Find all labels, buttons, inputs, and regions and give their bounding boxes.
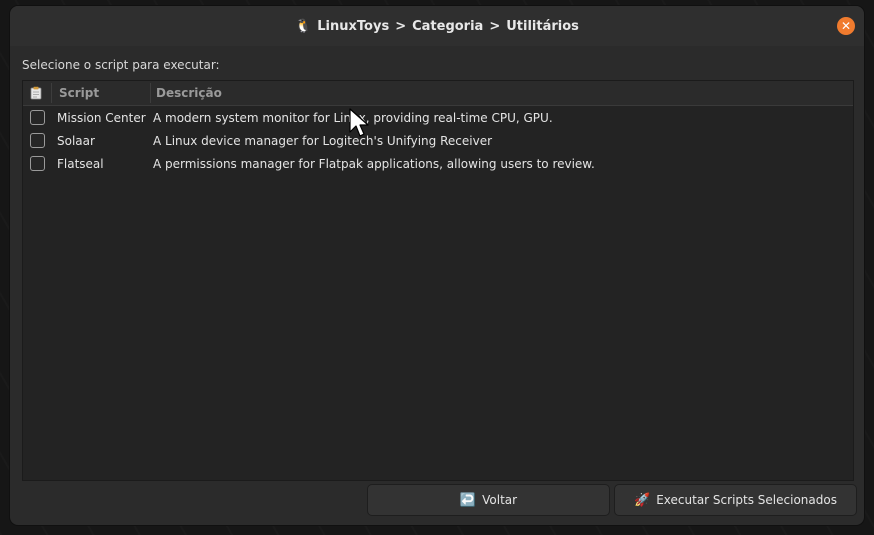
window-title: 🐧 LinuxToys > Categoria > Utilitários — [295, 19, 579, 34]
script-name: Solaar — [57, 134, 95, 148]
row-checkbox[interactable] — [30, 156, 45, 171]
title-subcategory: Utilitários — [506, 18, 579, 34]
run-selected-scripts-button[interactable]: 🚀 Executar Scripts Selecionados — [614, 484, 857, 516]
table-row[interactable]: Flatseal A permissions manager for Flatp… — [23, 153, 853, 176]
app-window: 🐧 LinuxToys > Categoria > Utilitários ✕ … — [10, 6, 864, 525]
penguin-icon: 🐧 — [295, 18, 312, 34]
title-separator: > — [395, 18, 407, 34]
title-category: Categoria — [412, 18, 484, 34]
column-separator[interactable] — [51, 83, 52, 103]
return-arrow-icon: ↩️ — [459, 492, 477, 508]
row-checkbox[interactable] — [30, 110, 45, 125]
back-button-label: Voltar — [482, 493, 518, 507]
mouse-cursor-icon — [349, 108, 369, 137]
title-bar[interactable]: 🐧 LinuxToys > Categoria > Utilitários ✕ — [10, 6, 864, 46]
table-row[interactable]: Solaar A Linux device manager for Logite… — [23, 130, 853, 153]
back-button[interactable]: ↩️ Voltar — [367, 484, 610, 516]
table-row[interactable]: Mission Center A modern system monitor f… — [23, 107, 853, 130]
column-header-script[interactable]: Script — [59, 81, 99, 105]
clipboard-icon[interactable] — [29, 86, 43, 100]
run-button-label: Executar Scripts Selecionados — [656, 493, 837, 507]
script-description: A permissions manager for Flatpak applic… — [153, 157, 595, 171]
row-checkbox[interactable] — [30, 133, 45, 148]
column-header-description[interactable]: Descrição — [156, 81, 222, 105]
title-separator: > — [489, 18, 501, 34]
script-name: Flatseal — [57, 157, 104, 171]
rocket-icon: 🚀 — [634, 492, 651, 508]
instruction-label: Selecione o script para executar: — [22, 58, 220, 72]
table-header: Script Descrição — [23, 81, 853, 106]
script-description: A Linux device manager for Logitech's Un… — [153, 134, 493, 148]
column-separator[interactable] — [150, 83, 151, 103]
scripts-table: Script Descrição Mission Center A modern… — [22, 80, 854, 481]
script-name: Mission Center — [57, 111, 146, 125]
title-app: LinuxToys — [317, 18, 390, 34]
close-icon: ✕ — [840, 19, 852, 33]
close-button[interactable]: ✕ — [837, 17, 855, 35]
